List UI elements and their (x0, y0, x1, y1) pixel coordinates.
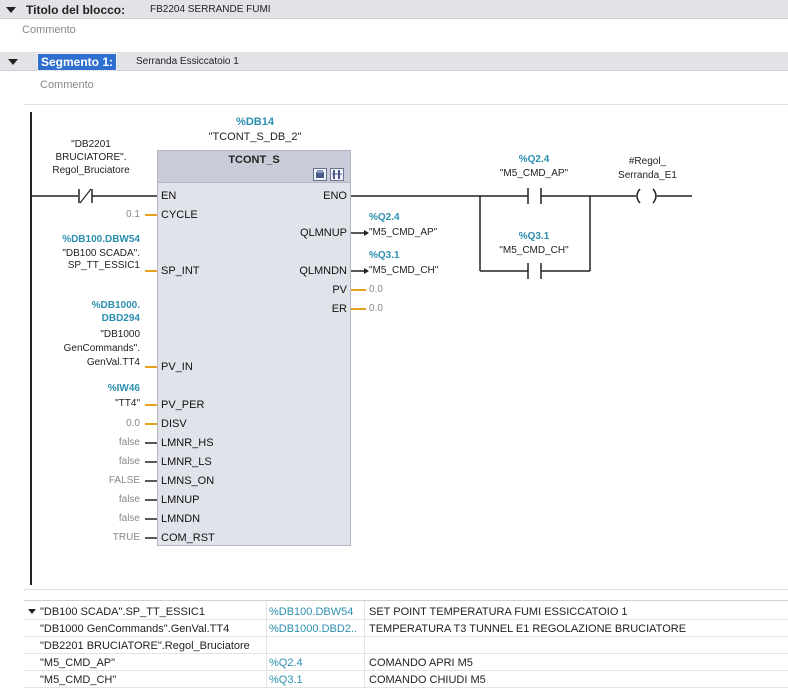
row-symbol: "M5_CMD_AP" (40, 657, 116, 669)
pin-sp-int: SP_INT (161, 265, 200, 277)
instance-db-address[interactable]: %DB14 (200, 116, 310, 128)
qlmnup-address[interactable]: %Q2.4 (369, 212, 400, 223)
pin-lmndn: LMNDN (161, 513, 201, 525)
row-symbol: "M5_CMD_CH" (40, 674, 117, 686)
pin-lmns-on: LMNS_ON (161, 475, 215, 487)
qlmnup-symbol[interactable]: "M5_CMD_AP" (369, 227, 437, 238)
table-row[interactable]: "DB2201 BRUCIATORE".Regol_Bruciatore (24, 637, 788, 654)
pin-lmnr-hs: LMNR_HS (161, 437, 214, 449)
row-symbol: "DB100 SCADA".SP_TT_ESSIC1 (40, 606, 205, 618)
open-block-icon[interactable] (313, 168, 327, 181)
sp-int-address[interactable]: %DB100.DBW54 (30, 234, 140, 245)
table-row[interactable]: "M5_CMD_CH" %Q3.1 COMANDO CHIUDI M5 (24, 671, 788, 688)
pv-in-name-line-2: GenCommands". (63, 343, 140, 354)
pv-per-address[interactable]: %IW46 (80, 383, 140, 394)
sp-int-name-line-2: SP_TT_ESSIC1 (67, 260, 140, 271)
pin-en: EN (161, 190, 177, 202)
coil-name-line-2: Serranda_E1 (618, 170, 677, 181)
row-symbol: "DB1000 GenCommands".GenVal.TT4 (40, 623, 230, 635)
table-row[interactable]: "DB100 SCADA".SP_TT_ESSIC1 %DB100.DBW54 … (24, 603, 788, 620)
qlmndn-address[interactable]: %Q3.1 (369, 250, 400, 261)
sp-int-symbol[interactable]: "DB100 SCADA". SP_TT_ESSIC1 (30, 248, 140, 272)
lmns-on-value[interactable]: FALSE (100, 475, 140, 486)
row-address: %Q3.1 (269, 674, 303, 686)
table-row[interactable]: "DB1000 GenCommands".GenVal.TT4 %DB1000.… (24, 620, 788, 637)
lmndn-value[interactable]: false (100, 513, 140, 524)
row-comment: COMANDO APRI M5 (369, 657, 473, 669)
row-comment: TEMPERATURA T3 TUNNEL E1 REGOLAZIONE BRU… (369, 623, 687, 635)
pv-in-name-line-1: "DB1000 (100, 329, 140, 340)
pin-pv: PV (332, 284, 347, 296)
row-address: %Q2.4 (269, 657, 303, 669)
pv-in-symbol[interactable]: "DB1000 GenCommands". GenVal.TT4 (30, 328, 140, 370)
row-comment: SET POINT TEMPERATURA FUMI ESSICCATOIO 1 (369, 606, 628, 618)
contact-q24-symbol[interactable]: "M5_CMD_AP" (484, 168, 584, 179)
commissioning-icon[interactable] (330, 168, 344, 181)
contact-regol-bruciatore-label[interactable]: "DB2201 BRUCIATORE". Regol_Bruciatore (36, 138, 146, 177)
disv-value[interactable]: 0.0 (100, 418, 140, 429)
table-row[interactable]: "M5_CMD_AP" %Q2.4 COMANDO APRI M5 (24, 654, 788, 671)
coil-name-line-1: #Regol_ (628, 156, 667, 167)
qlmndn-symbol[interactable]: "M5_CMD_CH" (369, 265, 438, 276)
tcont-s-header[interactable]: TCONT_S (157, 150, 351, 183)
pv-per-symbol[interactable]: "TT4" (80, 398, 140, 409)
lmnup-value[interactable]: false (100, 494, 140, 505)
er-value[interactable]: 0.0 (369, 303, 383, 314)
contact-q31-symbol[interactable]: "M5_CMD_CH" (484, 245, 584, 256)
pv-in-address-line-2: DBD294 (101, 313, 140, 324)
pin-er: ER (331, 303, 347, 315)
pv-in-address-line-1: %DB1000. (91, 300, 140, 311)
coil-regol-serranda-label[interactable]: #Regol_ Serranda_E1 (600, 155, 695, 183)
pin-qlmnup: QLMNUP (299, 227, 347, 239)
cycle-value[interactable]: 0.1 (100, 209, 140, 220)
pin-lmnr-ls: LMNR_LS (161, 456, 212, 468)
pv-in-name-line-3: GenVal.TT4 (86, 357, 140, 368)
contact-name-line-2: BRUCIATORE". (55, 152, 127, 163)
contact-name-line-1: "DB2201 (71, 139, 111, 150)
pin-com-rst: COM_RST (161, 532, 215, 544)
sp-int-name-line-1: "DB100 SCADA". (62, 248, 140, 259)
contact-q31-address[interactable]: %Q3.1 (494, 231, 574, 242)
pin-pv-per: PV_PER (161, 399, 205, 411)
pv-in-address[interactable]: %DB1000. DBD294 (30, 299, 140, 325)
com-rst-value[interactable]: TRUE (100, 532, 140, 543)
pin-disv: DISV (161, 418, 187, 430)
row-comment: COMANDO CHIUDI M5 (369, 674, 486, 686)
pin-qlmndn: QLMNDN (299, 265, 347, 277)
block-type-label: TCONT_S (228, 154, 280, 166)
instance-db-name[interactable]: "TCONT_S_DB_2" (190, 131, 320, 143)
contact-name-line-3: Regol_Bruciatore (52, 165, 130, 176)
row-symbol: "DB2201 BRUCIATORE".Regol_Bruciatore (40, 640, 250, 652)
pin-pv-in: PV_IN (161, 361, 193, 373)
row-address: %DB100.DBW54 (269, 606, 354, 618)
row-address: %DB1000.DBD2... (269, 623, 357, 635)
lmnr-ls-value[interactable]: false (100, 456, 140, 467)
contact-q24-address[interactable]: %Q2.4 (494, 154, 574, 165)
pv-value[interactable]: 0.0 (369, 284, 383, 295)
lmnr-hs-value[interactable]: false (100, 437, 140, 448)
pin-cycle: CYCLE (161, 209, 198, 221)
pin-lmnup: LMNUP (161, 494, 200, 506)
operand-info-table[interactable]: "DB100 SCADA".SP_TT_ESSIC1 %DB100.DBW54 … (24, 600, 788, 688)
pin-eno: ENO (323, 190, 347, 202)
